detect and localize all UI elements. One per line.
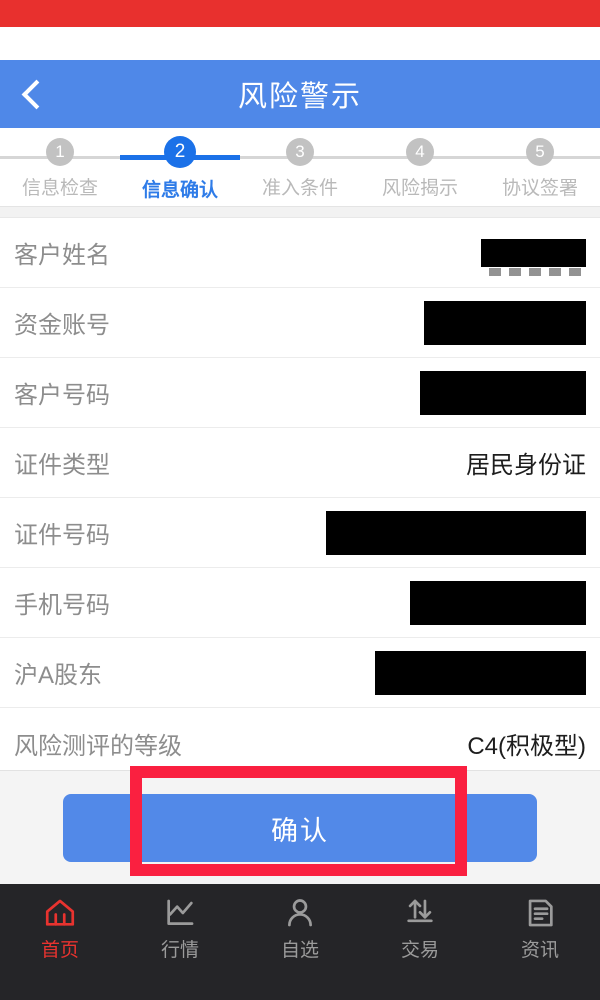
form-row-value: C4(积极型) [467, 732, 586, 760]
form-row-label: 客户姓名 [14, 242, 110, 269]
up-down-arrows-icon [403, 893, 437, 933]
step-2[interactable]: 2 信息确认 [120, 136, 240, 202]
form-row-label: 资金账号 [14, 312, 110, 339]
form-row: 风险测评的等级 C4(积极型) [0, 708, 600, 778]
line-chart-icon [163, 893, 197, 933]
step-label: 准入条件 [261, 178, 338, 199]
nav-item-交易[interactable]: 交易 [360, 884, 480, 962]
form-row: 沪A股东 [0, 638, 600, 708]
form-row: 手机号码 [0, 568, 600, 638]
nav-item-label: 行情 [160, 940, 199, 961]
nav-item-行情[interactable]: 行情 [120, 884, 240, 962]
nav-item-label: 自选 [280, 940, 319, 961]
form-row-label: 手机号码 [14, 592, 110, 619]
page-header: 风险警示 [0, 60, 600, 128]
nav-item-资讯[interactable]: 资讯 [480, 884, 600, 962]
progress-stepper: 1 信息检查 2 信息确认 3 准入条件 4 风险揭示 5 协议签署 [0, 128, 600, 206]
app-screen: 风险警示 1 信息检查 2 信息确认 3 准入条件 4 风险揭示 5 协议签署 客户姓名 资金账号客… [0, 0, 600, 1000]
redacted-value [326, 510, 586, 555]
chevron-left-icon [21, 79, 51, 109]
back-button[interactable] [0, 60, 66, 128]
nav-item-label: 资讯 [520, 940, 559, 961]
status-bar-spacer [0, 27, 600, 60]
step-3[interactable]: 3 准入条件 [240, 138, 360, 200]
redacted-value [424, 300, 586, 345]
form-row-label: 风险测评的等级 [14, 732, 182, 760]
info-form: 客户姓名资金账号客户号码证件类型 居民身份证证件号码手机号码沪A股东风险测评的等级… [0, 218, 600, 778]
step-label: 协议签署 [501, 178, 578, 199]
step-number-badge: 4 [406, 138, 434, 166]
form-row: 客户姓名 [0, 218, 600, 288]
step-1[interactable]: 1 信息检查 [0, 138, 120, 200]
document-icon [523, 893, 557, 933]
bottom-navigation: 首页 行情 自选 交易 资讯 [0, 884, 600, 1000]
footer-bar: 确认 [0, 770, 600, 884]
step-label: 信息确认 [141, 180, 218, 201]
redacted-value [410, 580, 586, 625]
form-row: 证件类型 居民身份证 [0, 428, 600, 498]
person-icon [283, 893, 317, 933]
form-row-label: 证件号码 [14, 522, 110, 549]
form-row-label: 证件类型 [14, 452, 110, 479]
redacted-value [481, 238, 586, 276]
status-bar [0, 0, 600, 27]
form-row: 客户号码 [0, 358, 600, 428]
form-row-label: 客户号码 [14, 382, 110, 409]
nav-item-首页[interactable]: 首页 [0, 884, 120, 962]
form-row-value: 居民身份证 [466, 452, 586, 479]
step-number-badge: 1 [46, 138, 74, 166]
form-row-label: 沪A股东 [14, 662, 103, 689]
nav-item-label: 交易 [400, 940, 439, 961]
step-number-badge: 5 [526, 138, 554, 166]
step-label: 信息检查 [21, 178, 98, 199]
step-4[interactable]: 4 风险揭示 [360, 138, 480, 200]
step-label: 风险揭示 [381, 178, 458, 199]
nav-item-label: 首页 [40, 940, 79, 961]
form-row: 资金账号 [0, 288, 600, 358]
redacted-value [420, 370, 586, 415]
section-divider [0, 206, 600, 218]
home-icon [43, 893, 77, 933]
step-number-badge: 2 [164, 136, 196, 168]
form-row: 证件号码 [0, 498, 600, 568]
page-title: 风险警示 [237, 81, 362, 113]
step-5[interactable]: 5 协议签署 [480, 138, 600, 200]
redacted-value [375, 650, 586, 695]
confirm-button[interactable]: 确认 [63, 794, 537, 862]
step-number-badge: 3 [286, 138, 314, 166]
nav-item-自选[interactable]: 自选 [240, 884, 360, 962]
